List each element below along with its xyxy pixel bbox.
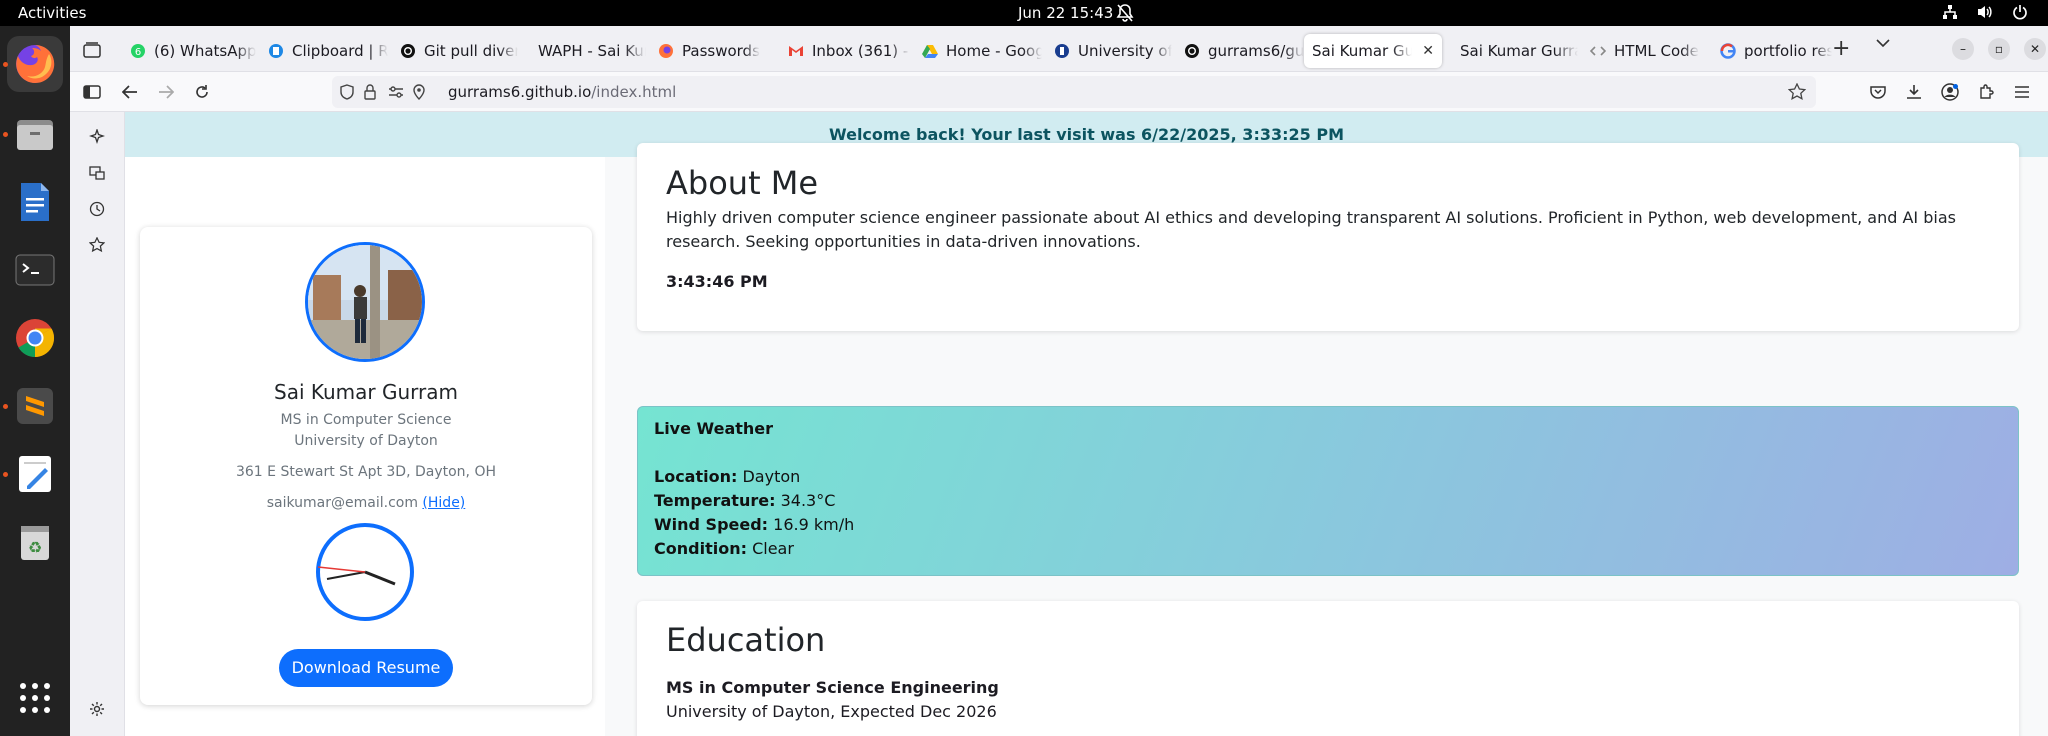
url-bar[interactable]: gurrams6.github.io/index.html bbox=[332, 76, 1816, 108]
url-text[interactable]: gurrams6.github.io/index.html bbox=[448, 83, 676, 101]
code-icon bbox=[1590, 43, 1606, 59]
tab-clipboard[interactable]: Clipboard | Re bbox=[256, 34, 388, 68]
about-card: About Me Highly driven computer science … bbox=[637, 143, 2019, 331]
tab-github-repo[interactable]: gurrams6/gu bbox=[1172, 34, 1304, 68]
files-icon[interactable] bbox=[7, 106, 63, 162]
github-icon bbox=[400, 43, 416, 59]
trash-icon[interactable]: ♻ bbox=[7, 514, 63, 570]
text-editor-icon[interactable] bbox=[7, 446, 63, 502]
firefox-icon[interactable] bbox=[7, 36, 63, 92]
permissions-icon[interactable] bbox=[388, 85, 404, 99]
live-time: 3:43:46 PM bbox=[666, 272, 768, 291]
profile-degree: MS in Computer Science bbox=[280, 412, 452, 428]
shield-icon[interactable] bbox=[340, 84, 354, 100]
bookmark-star-icon[interactable] bbox=[1788, 83, 1806, 101]
restore-icon[interactable]: ▫ bbox=[1988, 38, 2010, 60]
menu-icon[interactable] bbox=[2010, 80, 2034, 104]
avatar bbox=[305, 242, 425, 362]
weather-temperature: Temperature: 34.3°C bbox=[654, 491, 836, 510]
profile-card: Sai Kumar Gurram MS in Computer Science … bbox=[140, 227, 592, 705]
profile-university: University of Dayton bbox=[294, 433, 438, 449]
web-page: Welcome back! Your last visit was 6/22/2… bbox=[125, 112, 2048, 736]
about-text: Highly driven computer science engineer … bbox=[666, 208, 1956, 251]
minimize-icon[interactable]: – bbox=[1952, 38, 1974, 60]
activities-button[interactable]: Activities bbox=[18, 4, 86, 22]
reload-icon[interactable] bbox=[190, 80, 214, 104]
account-icon[interactable] bbox=[1938, 80, 1962, 104]
app-grid-icon[interactable] bbox=[7, 670, 63, 726]
system-clock[interactable]: Jun 22 15:43 bbox=[1018, 4, 1113, 22]
sublime-icon[interactable] bbox=[7, 378, 63, 434]
tab-google-search[interactable]: portfolio resu bbox=[1708, 34, 1832, 68]
education-card: Education MS in Computer Science Enginee… bbox=[637, 601, 2019, 736]
clipboard-icon bbox=[268, 43, 284, 59]
tab-portfolio-2[interactable]: Sai Kumar Gurra bbox=[1444, 34, 1578, 68]
network-icon[interactable] bbox=[1942, 4, 1958, 20]
notification-bell-icon bbox=[1116, 4, 1134, 22]
firefox-small-icon bbox=[658, 43, 674, 59]
education-title: Education bbox=[666, 621, 826, 659]
hide-email-link[interactable]: (Hide) bbox=[422, 495, 465, 511]
new-tab-icon[interactable]: + bbox=[1832, 36, 1850, 61]
firefox-view-icon[interactable] bbox=[80, 38, 104, 62]
tab-passwords[interactable]: Passwords bbox=[646, 34, 776, 68]
whatsapp-icon: 6 bbox=[130, 43, 146, 59]
download-resume-button[interactable]: Download Resume bbox=[279, 649, 453, 687]
tab-waph[interactable]: WAPH - Sai Kum bbox=[518, 34, 646, 68]
navigation-toolbar: gurrams6.github.io/index.html bbox=[70, 72, 2048, 112]
dock: ♻ bbox=[0, 26, 70, 736]
university-icon bbox=[1054, 43, 1070, 59]
firefox-sidebar bbox=[70, 112, 125, 736]
bookmarks-icon[interactable] bbox=[86, 234, 108, 256]
pocket-icon[interactable] bbox=[1866, 80, 1890, 104]
chrome-icon[interactable] bbox=[7, 310, 63, 366]
tab-drive[interactable]: Home - Googl bbox=[910, 34, 1042, 68]
tab-university[interactable]: University of bbox=[1042, 34, 1172, 68]
svg-text:♻: ♻ bbox=[28, 538, 42, 557]
tab-inbox[interactable]: Inbox (361) - g bbox=[776, 34, 910, 68]
education-school: University of Dayton, Expected Dec 2026 bbox=[666, 702, 997, 721]
synced-tabs-icon[interactable] bbox=[86, 162, 108, 184]
back-arrow-icon[interactable] bbox=[118, 80, 142, 104]
volume-icon[interactable] bbox=[1976, 4, 1994, 20]
google-icon bbox=[1720, 43, 1736, 59]
weather-title: Live Weather bbox=[654, 419, 774, 438]
forward-arrow-icon[interactable] bbox=[154, 80, 178, 104]
profile-email: saikumar@email.com bbox=[266, 495, 418, 511]
system-top-bar: Activities Jun 22 15:43 bbox=[0, 0, 2048, 26]
writer-icon[interactable] bbox=[7, 174, 63, 230]
extensions-icon[interactable] bbox=[1974, 80, 1998, 104]
gmail-icon bbox=[788, 43, 804, 59]
weather-location: Location: Dayton bbox=[654, 467, 801, 486]
analog-clock bbox=[316, 523, 414, 621]
weather-card: Live Weather Location: Dayton Temperatur… bbox=[637, 406, 2019, 576]
profile-address: 361 E Stewart St Apt 3D, Dayton, OH bbox=[235, 464, 497, 480]
sidebar-settings-gear-icon[interactable] bbox=[86, 698, 108, 720]
close-tab-icon[interactable]: ✕ bbox=[1422, 43, 1434, 59]
tab-bar: 6 (6) WhatsApp Clipboard | Re Git pull di… bbox=[70, 26, 2048, 72]
education-degree: MS in Computer Science Engineering bbox=[666, 678, 999, 697]
weather-condition: Condition: Clear bbox=[654, 539, 794, 558]
list-all-tabs-icon[interactable] bbox=[1876, 38, 1890, 48]
tab-whatsapp[interactable]: 6 (6) WhatsApp bbox=[118, 34, 256, 68]
lock-icon[interactable] bbox=[364, 84, 376, 100]
sidebar-toggle-icon[interactable] bbox=[80, 80, 104, 104]
profile-name: Sai Kumar Gurram bbox=[274, 380, 458, 404]
ai-chatbot-icon[interactable] bbox=[86, 126, 108, 148]
power-icon[interactable] bbox=[2012, 4, 2028, 20]
tab-html-code[interactable]: HTML Code bbox=[1578, 34, 1708, 68]
weather-wind: Wind Speed: 16.9 km/h bbox=[654, 515, 855, 534]
close-window-icon[interactable]: ✕ bbox=[2024, 38, 2046, 60]
terminal-icon[interactable] bbox=[7, 242, 63, 298]
history-icon[interactable] bbox=[86, 198, 108, 220]
tab-git-pull[interactable]: Git pull diverg bbox=[388, 34, 518, 68]
drive-icon bbox=[922, 43, 938, 59]
about-title: About Me bbox=[666, 164, 819, 202]
location-icon[interactable] bbox=[412, 84, 426, 100]
svg-text:6: 6 bbox=[135, 47, 141, 58]
tab-portfolio-active[interactable]: Sai Kumar Gur ✕ bbox=[1304, 34, 1442, 68]
downloads-icon[interactable] bbox=[1902, 80, 1926, 104]
github-icon bbox=[1184, 43, 1200, 59]
profile-email-line: saikumar@email.com (Hide) bbox=[140, 495, 592, 511]
